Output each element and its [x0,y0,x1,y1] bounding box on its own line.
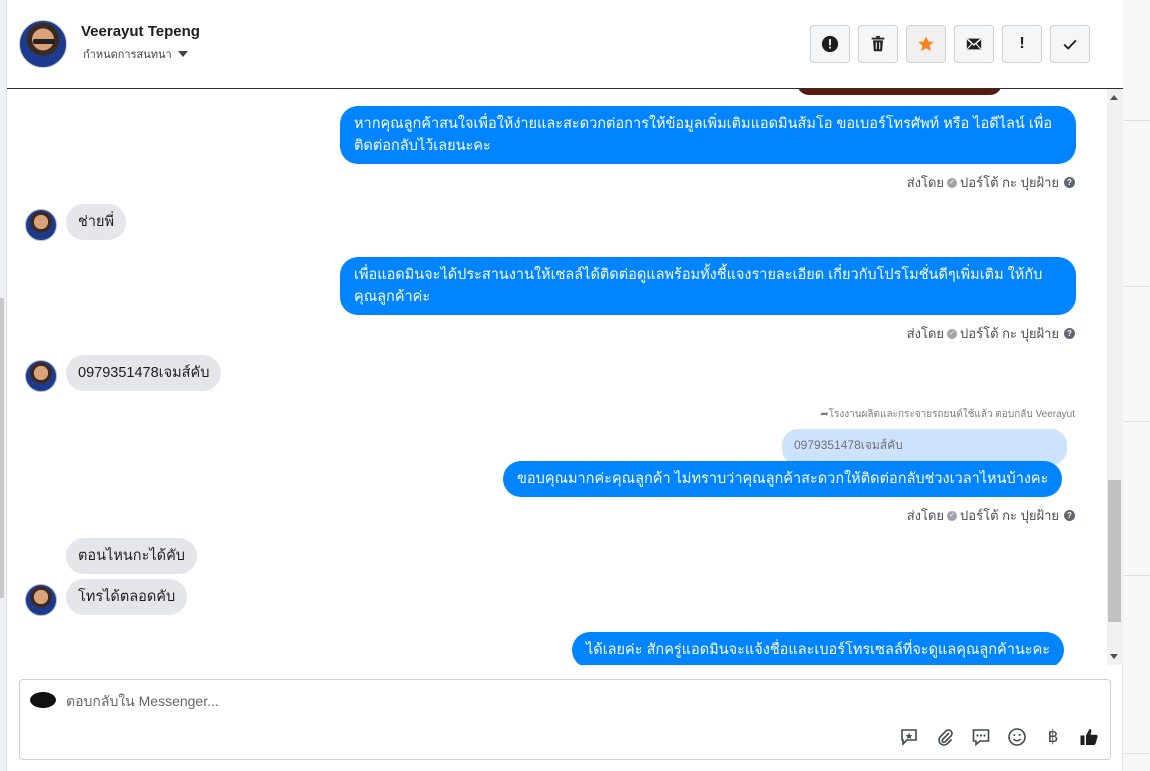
reply-input[interactable] [66,690,666,712]
saved-reply-button[interactable] [898,726,920,748]
sent-by-label: ส่งโดย ✓ ปอร์โต้ กะ ปุยฝ้าย ? [907,323,1075,344]
outgoing-message[interactable]: ขอบคุณมากค่ะคุณลูกค้า ไม่ทราบว่าคุณลูกค้… [503,461,1063,497]
help-icon[interactable]: ? [1064,177,1075,188]
help-icon[interactable]: ? [1064,328,1075,339]
incoming-message[interactable]: ตอนไหนกะได้คับ [66,538,197,574]
follow-up-icon: ! [1019,35,1025,52]
assign-conversation-dropdown[interactable]: กำหนดการสนทนา [83,45,188,63]
quoted-message[interactable]: 0979351478เจมส์คับ [782,429,1067,465]
like-icon [1080,729,1098,745]
outgoing-message[interactable]: ได้เลยค่ะ สักครู่แอดมินจะแจ้งชื่อและเบอร… [572,632,1065,665]
shared-image-preview[interactable] [797,89,1002,95]
payment-button[interactable]: ฿ [1042,726,1064,748]
sent-by-label: ส่งโดย ✓ ปอร์โต้ กะ ปุยฝ้าย ? [907,505,1075,526]
check-icon [1063,39,1077,50]
conversation-header: Veerayut Tepeng กำหนดการสนทนา ! [7,0,1123,89]
mark-spam-button[interactable] [810,25,850,63]
chat-icon [972,729,990,747]
composer-tools: ฿ [898,726,1100,748]
like-button[interactable] [1078,726,1100,748]
contact-avatar[interactable] [19,20,67,68]
verified-icon: ✓ [947,177,958,188]
verified-icon: ✓ [947,510,958,521]
verified-icon: ✓ [947,328,958,339]
message-scrollbar-thumb[interactable] [1108,480,1121,622]
sent-by-label: ส่งโดย ✓ ปอร์โต้ กะ ปุยฝ้าย ? [907,172,1075,193]
emoji-icon [1008,728,1026,746]
caret-down-icon [177,51,188,57]
star-button[interactable] [906,25,946,63]
saved-reply-icon [901,729,917,746]
mark-done-button[interactable] [1050,25,1090,63]
help-icon[interactable]: ? [1064,510,1075,521]
scroll-down-icon[interactable] [1110,654,1118,659]
chat-button[interactable] [970,726,992,748]
reply-arrow-icon: ➦ [820,409,829,420]
email-button[interactable] [954,25,994,63]
delete-button[interactable] [858,25,898,63]
message-list: หากคุณลูกค้าสนใจเพื่อให้ง่ายและสะดวกต่อก… [7,89,1107,665]
incoming-message[interactable]: โทรได้ตลอดคับ [66,579,188,615]
reply-context: ➦โรงงานผลิตและกระจายรถยนต์ใช้แล้ว ตอบกลั… [820,409,1075,420]
left-scrollbar[interactable] [0,298,4,598]
contact-name[interactable]: Veerayut Tepeng [81,23,200,40]
star-icon [918,36,934,52]
spam-icon [821,35,839,53]
outgoing-message[interactable]: หากคุณลูกค้าสนใจเพื่อให้ง่ายและสะดวกต่อก… [340,106,1076,164]
attachment-icon [938,729,953,746]
trash-icon [871,35,885,52]
follow-up-button[interactable]: ! [1002,25,1042,63]
right-side-panel [1122,0,1150,771]
page-logo-icon [30,692,56,708]
mail-icon [966,38,982,50]
outgoing-message[interactable]: เพื่อแอดมินจะได้ประสานงานให้เซลล์ได้ติดต… [340,257,1076,315]
incoming-message[interactable]: ช่ายพี่ [66,204,127,240]
assign-label: กำหนดการสนทนา [83,49,172,61]
emoji-button[interactable] [1006,726,1028,748]
attach-button[interactable] [934,726,956,748]
contact-avatar-small[interactable] [25,209,57,241]
contact-avatar-small[interactable] [25,360,57,392]
conversation-window: Veerayut Tepeng กำหนดการสนทนา ! หากคุณลู… [6,0,1123,771]
header-actions: ! [810,25,1090,63]
contact-avatar-small[interactable] [25,584,57,616]
message-composer: ฿ [19,679,1111,760]
baht-icon: ฿ [1047,727,1059,746]
incoming-message[interactable]: 0979351478เจมส์คับ [66,355,222,391]
scroll-up-icon[interactable] [1110,95,1118,100]
